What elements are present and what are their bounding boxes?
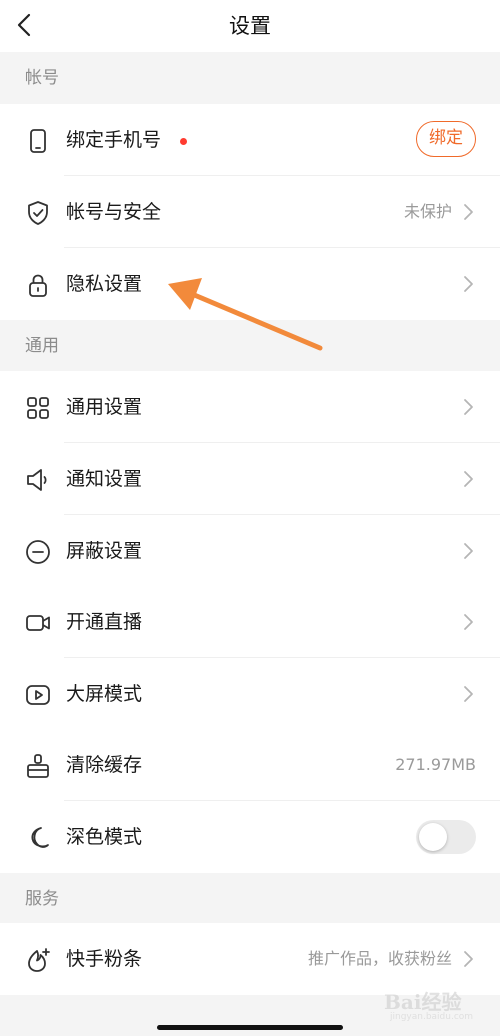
row-dark-mode: 深色模式 [0, 801, 500, 873]
dark-mode-toggle[interactable] [416, 820, 476, 854]
row-label: 深色模式 [66, 826, 143, 848]
chevron-right-icon [464, 471, 473, 487]
shield-check-icon [24, 199, 52, 227]
row-clear-cache[interactable]: 清除缓存 271.97MB [0, 729, 500, 801]
row-block[interactable]: 屏蔽设置 [0, 515, 500, 587]
brush-icon [24, 752, 52, 780]
row-big-screen[interactable]: 大屏模式 [0, 658, 500, 730]
home-indicator[interactable] [157, 1025, 343, 1030]
section-header-service: 服务 [25, 889, 59, 909]
row-bind-phone[interactable]: 绑定手机号 绑定 [0, 104, 500, 176]
row-label: 帐号与安全 [66, 201, 162, 223]
row-label: 隐私设置 [66, 273, 143, 295]
fan-boost-icon [24, 946, 52, 974]
row-notification[interactable]: 通知设置 [0, 443, 500, 515]
minus-circle-icon [24, 538, 52, 566]
row-value: 未保护 [403, 202, 452, 221]
row-label: 通知设置 [66, 468, 143, 490]
row-label: 快手粉条 [66, 948, 143, 970]
row-label: 大屏模式 [66, 683, 143, 705]
nav-bar: 设置 [0, 0, 500, 52]
chevron-right-icon [464, 276, 473, 292]
row-general-settings[interactable]: 通用设置 [0, 371, 500, 443]
play-screen-icon [24, 681, 52, 709]
chevron-right-icon [464, 686, 473, 702]
grid-icon [24, 394, 52, 422]
row-live[interactable]: 开通直播 [0, 586, 500, 658]
chevron-right-icon [464, 399, 473, 415]
bind-button[interactable]: 绑定 [416, 121, 476, 157]
chevron-right-icon [464, 614, 473, 630]
phone-icon [24, 127, 52, 155]
chevron-right-icon [464, 951, 473, 967]
cache-size-value: 271.97MB [395, 755, 476, 774]
row-label: 屏蔽设置 [66, 540, 143, 562]
toggle-knob [419, 823, 447, 851]
video-camera-icon [24, 609, 52, 637]
watermark-subtext: jingyan.baidu.com [390, 1012, 474, 1022]
row-label: 绑定手机号 [66, 129, 162, 151]
chevron-right-icon [464, 543, 473, 559]
page-title: 设置 [229, 14, 271, 38]
watermark-logo: Bai经验 jingyan.baidu.com [384, 982, 484, 1026]
notification-dot [180, 138, 187, 145]
chevron-right-icon [464, 204, 473, 220]
section-header-account: 帐号 [25, 68, 59, 88]
annotation-arrow-icon [168, 278, 323, 351]
watermark-text: Bai经验 [384, 990, 462, 1014]
row-account-security[interactable]: 帐号与安全 未保护 [0, 176, 500, 248]
row-label: 开通直播 [66, 611, 143, 633]
lock-icon [24, 271, 52, 299]
row-label: 通用设置 [66, 396, 143, 418]
speaker-icon [24, 466, 52, 494]
row-label: 清除缓存 [66, 754, 143, 776]
moon-icon [24, 824, 52, 852]
